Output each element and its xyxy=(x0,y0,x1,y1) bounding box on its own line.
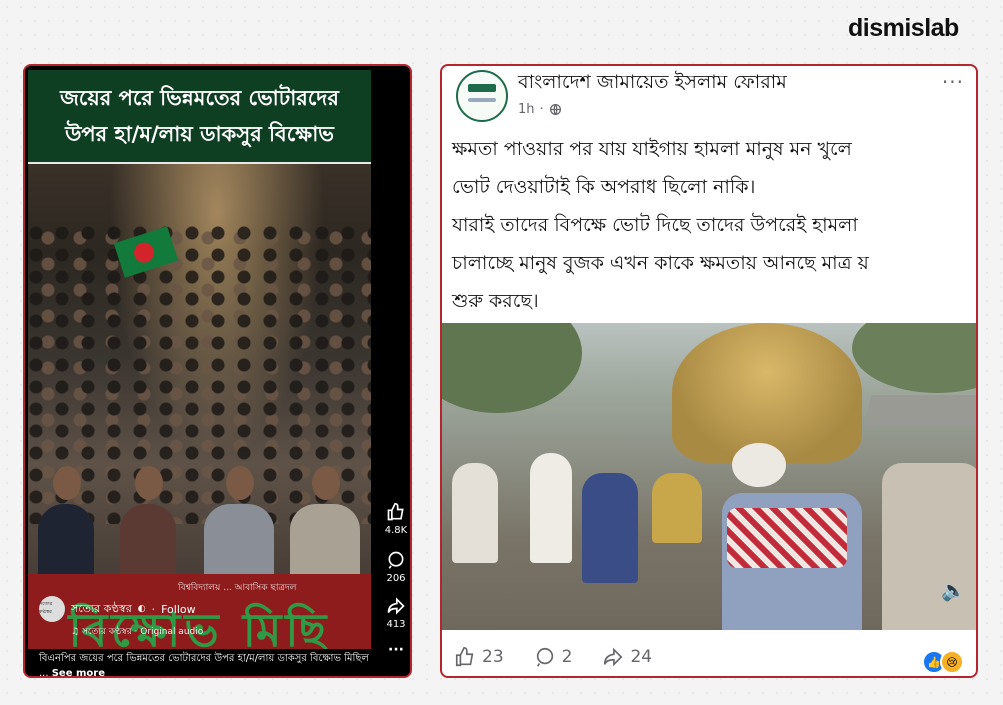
post-text-line: ক্ষমতা পাওয়ার পর যায় যাইগায় হামলা মান… xyxy=(452,138,852,160)
brand-logo: dismislab xyxy=(848,14,959,42)
post-text-line: চালাচ্ছে মানুষ বুজক এখন কাকে ক্ষমতায় আন… xyxy=(452,252,869,274)
author-name[interactable]: সত্যের কণ্ঠস্বর xyxy=(71,600,132,619)
share-icon xyxy=(604,647,623,667)
tree xyxy=(852,323,976,393)
like-count: 23 xyxy=(482,647,504,667)
see-more-link[interactable]: See more xyxy=(52,668,105,676)
verified-icon: ◐ xyxy=(137,604,146,614)
person xyxy=(582,473,638,583)
like-count: 4.8K xyxy=(384,525,408,536)
facebook-post: বাংলাদেশ জামায়েত ইসলাম ফোরাম 1h · ··· ক… xyxy=(440,64,978,678)
author-avatar[interactable]: সত্যের কণ্ঠস্বর xyxy=(39,596,65,622)
speaker-icon[interactable]: 🔈 xyxy=(941,578,966,602)
reaction-icons[interactable]: 👍 😢 xyxy=(922,650,964,674)
reel-info: সত্যের কণ্ঠস্বর সত্যের কণ্ঠস্বর ◐ · Foll… xyxy=(39,596,379,676)
post-text-line: ভোট দেওয়াটাই কি অপরাধ ছিলো নাকি। xyxy=(452,176,756,198)
page-name[interactable]: বাংলাদেশ জামায়েত ইসলাম ফোরাম xyxy=(518,68,787,100)
thumbs-up-icon xyxy=(455,647,474,667)
comment-count: 206 xyxy=(386,573,406,584)
music-note-icon: ♫ xyxy=(71,627,80,637)
follow-button[interactable]: Follow xyxy=(161,603,196,616)
post-text-line: যারাই তাদের বিপক্ষে ভোট দিছে তাদের উপরেই… xyxy=(452,214,858,236)
reel-video[interactable]: বিশ্ববিদ্যালয় ... আবাসিক ছাত্রদল বিক্ষো… xyxy=(28,164,371,649)
thumbs-up-icon xyxy=(387,502,404,521)
reel-screenshot: বিশ্ববিদ্যালয় ... আবাসিক ছাত্রদল বিক্ষো… xyxy=(23,64,412,678)
tree xyxy=(442,323,582,413)
person xyxy=(882,463,976,630)
post-video[interactable]: 🔈 xyxy=(442,323,976,630)
more-options-button[interactable]: ··· xyxy=(942,70,964,94)
sad-reaction-icon: 😢 xyxy=(940,650,964,674)
person xyxy=(530,453,572,563)
comment-button[interactable]: 2 xyxy=(534,646,573,668)
headline-line-2: উপর হা/ম/লায় ডাকসুর বিক্ষোভ xyxy=(65,122,334,146)
comment-count: 2 xyxy=(561,647,573,667)
more-options-button[interactable]: ··· xyxy=(376,642,410,658)
audio-label[interactable]: সত্যের কণ্ঠস্বর · Original audio xyxy=(82,627,203,637)
reaction-bar: 23 2 24 xyxy=(454,646,682,668)
page-avatar[interactable] xyxy=(456,70,508,122)
share-icon xyxy=(387,597,405,615)
separator-dot: · xyxy=(539,102,544,117)
reel-headline: জয়ের পরে ভিন্নমতের ভোটারদের উপর হা/ম/লা… xyxy=(28,70,371,164)
like-button[interactable]: 23 xyxy=(454,646,504,668)
share-count: 24 xyxy=(630,647,653,667)
checkered-scarf xyxy=(727,508,847,568)
haystack xyxy=(672,323,862,463)
post-time[interactable]: 1h xyxy=(518,102,535,117)
like-button[interactable]: 4.8K xyxy=(376,502,410,536)
share-button[interactable]: 413 xyxy=(376,596,410,630)
comment-button[interactable]: 206 xyxy=(376,550,410,584)
person xyxy=(652,473,702,543)
person xyxy=(452,463,498,563)
separator-dot: · xyxy=(151,602,156,616)
comment-icon xyxy=(388,551,404,569)
comment-icon xyxy=(536,647,553,667)
share-button[interactable]: 24 xyxy=(602,646,652,668)
post-text: ক্ষমতা পাওয়ার পর যায় যাইগায় হামলা মান… xyxy=(452,130,967,320)
banner-small-text: বিশ্ববিদ্যালয় ... আবাসিক ছাত্রদল xyxy=(178,583,297,593)
share-count: 413 xyxy=(386,619,406,630)
headline-line-1: জয়ের পরে ভিন্নমতের ভোটারদের xyxy=(60,86,339,110)
globe-icon xyxy=(549,103,561,116)
prayer-cap xyxy=(732,443,786,487)
post-text-line: শুরু করছে। xyxy=(452,290,539,312)
tin-roof xyxy=(864,395,976,425)
